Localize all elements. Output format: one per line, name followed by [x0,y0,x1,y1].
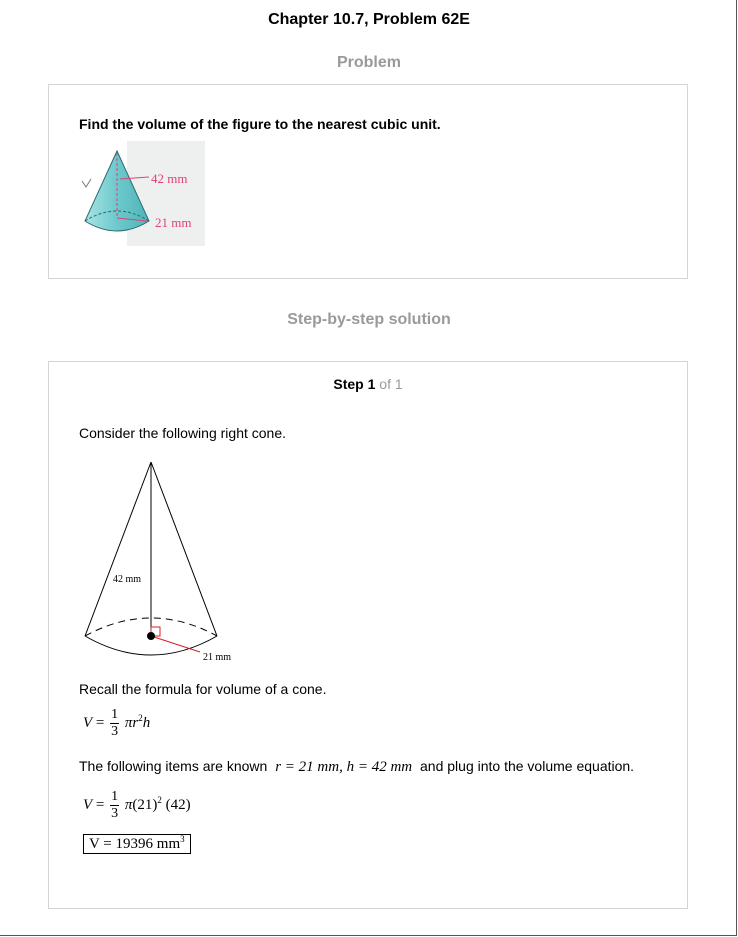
check-mark-icon [81,178,92,188]
height-label: 42 mm [113,574,141,585]
answer-text: V = 19396 mm [89,836,181,852]
solution-heading: Step-by-step solution [287,311,451,328]
intro-text: Consider the following right cone. [79,425,287,441]
step-current: 1 [367,376,376,392]
radius-line [150,635,201,653]
one-third-fraction: 13 [110,707,120,739]
problem-heading: Problem [336,54,401,71]
known-values-line: The following items are known r = 21 mm,… [79,758,634,776]
known-suffix: and plug into the volume equation. [420,758,635,774]
height-label: 42 mm [151,171,187,186]
known-values: r = 21 mm, h = 42 mm [275,759,413,775]
solution-panel: Step 1 of 1 Consider the following right… [48,361,688,909]
cone-right-edge [150,461,218,637]
problem-cone-figure: 42 mm 21 mm [81,141,205,246]
radius-label: 21 mm [203,652,231,663]
solution-cone-figure: 42 mm 21 mm [84,461,231,663]
answer-exponent: 3 [180,834,185,844]
base-center-point [147,632,155,640]
figure-background [127,141,205,246]
one-third-fraction: 13 [110,789,120,821]
substituted-formula: V = 13 π(21)2 (42) [83,789,191,821]
problem-text: Find the volume of the figure to the nea… [79,116,441,132]
known-prefix: The following items are known [79,758,268,774]
radius-label: 21 mm [155,215,191,230]
page-title: Chapter 10.7, Problem 62E [268,11,470,28]
cone-left-edge [84,461,152,637]
volume-formula: V = 13 πr2h [83,707,151,739]
step-total: of 1 [379,376,403,392]
step-indicator: Step 1 of 1 [49,376,687,392]
problem-panel: Find the volume of the figure to the nea… [48,84,688,279]
recall-text: Recall the formula for volume of a cone. [79,681,327,697]
final-answer: V = 19396 mm3 [83,834,191,854]
step-word: Step [333,376,364,392]
